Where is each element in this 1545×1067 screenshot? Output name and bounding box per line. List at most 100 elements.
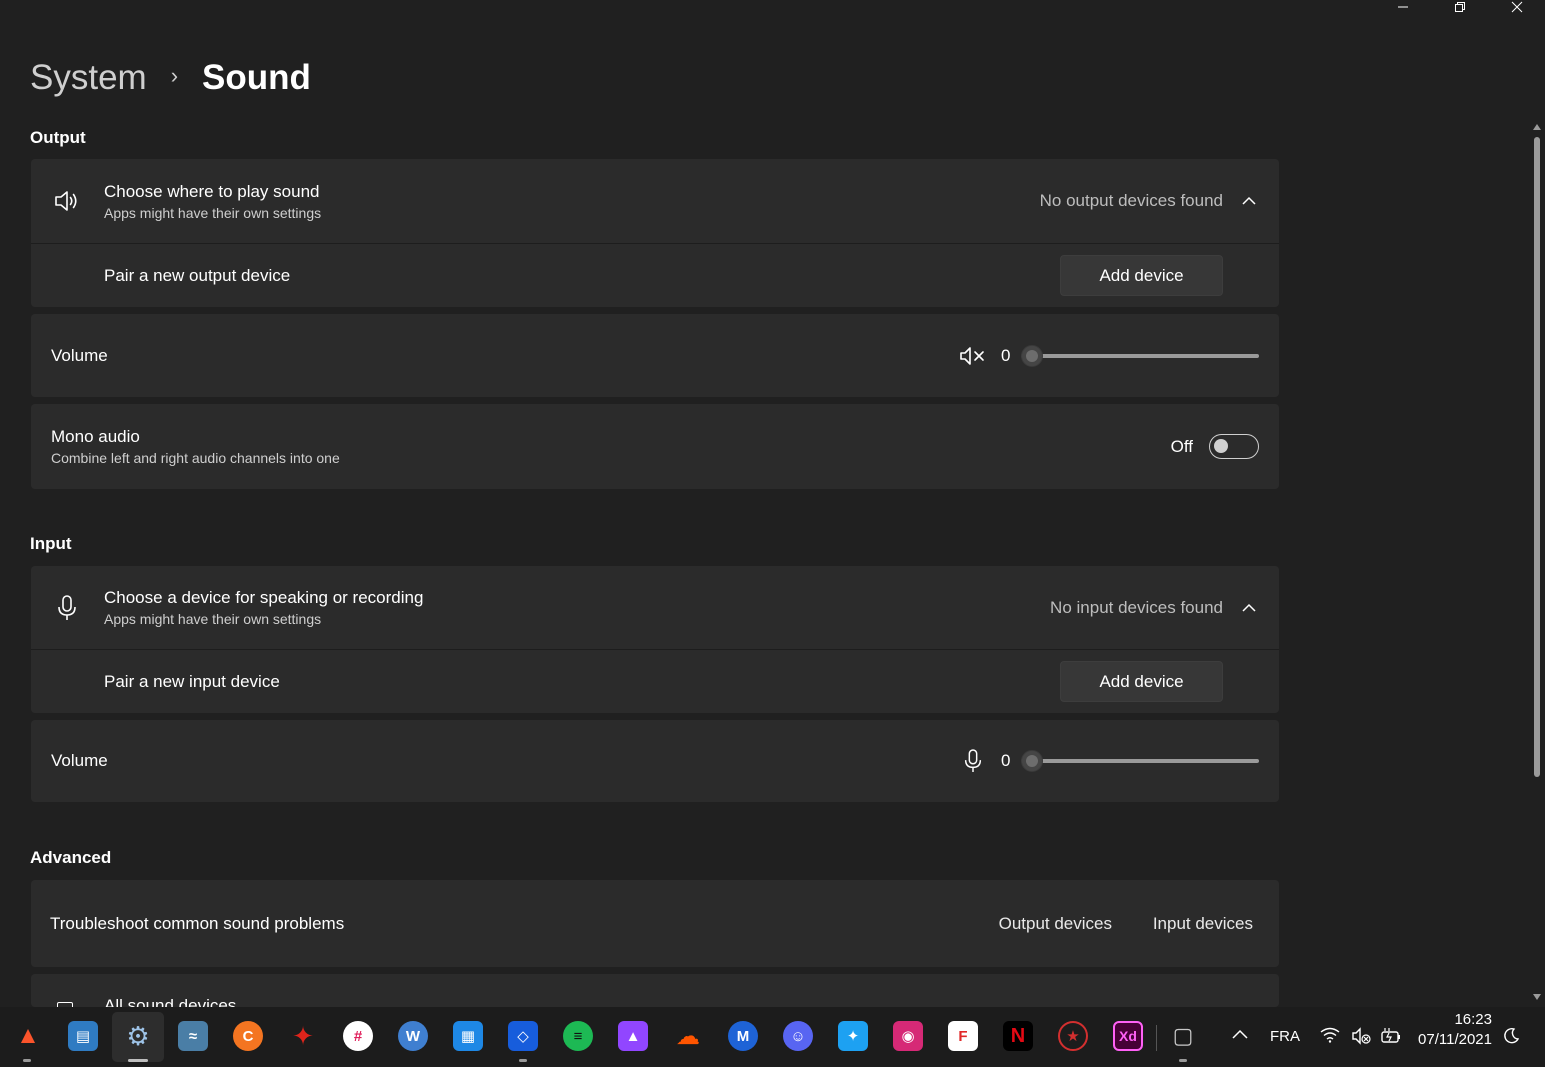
troubleshoot-output-button[interactable]: Output devices	[999, 914, 1112, 934]
running-indicator	[23, 1059, 31, 1062]
output-volume-card: Volume 0	[31, 314, 1279, 397]
spotify-icon[interactable]: ≡	[563, 1021, 593, 1051]
mono-audio-row: Mono audio Combine left and right audio …	[31, 404, 1279, 489]
twitter-icon[interactable]: ✦	[838, 1021, 868, 1051]
pair-output-text: Pair a new output device	[104, 266, 290, 286]
chevron-up-icon[interactable]	[1241, 193, 1257, 209]
device-manager-icon[interactable]: ▢	[1168, 1021, 1198, 1051]
mono-audio-control: Off	[1171, 434, 1259, 459]
output-status: No output devices found	[1039, 191, 1223, 210]
chevron-up-icon[interactable]	[1241, 600, 1257, 616]
language-indicator[interactable]: FRA	[1270, 1028, 1300, 1045]
input-volume-slider[interactable]	[1021, 750, 1259, 772]
output-device-card: Choose where to play sound Apps might ha…	[31, 159, 1279, 307]
clock-time: 16:23	[1454, 1011, 1492, 1028]
pair-input-text: Pair a new input device	[104, 672, 280, 692]
coinmarketcap-icon[interactable]: M	[728, 1021, 758, 1051]
output-volume-control: 0	[959, 344, 1259, 368]
input-volume-text: Volume	[51, 751, 108, 771]
output-volume-text: Volume	[51, 346, 108, 366]
restore-icon	[1454, 2, 1465, 12]
microphone-icon	[53, 594, 81, 622]
mono-audio-card: Mono audio Combine left and right audio …	[31, 404, 1279, 489]
choose-output-title: Choose where to play sound	[104, 181, 320, 201]
minimize-button[interactable]	[1374, 0, 1431, 14]
taskbar-separator	[1156, 1025, 1157, 1051]
control-panel-icon[interactable]: ▤	[68, 1021, 98, 1051]
troubleshoot-text: Troubleshoot common sound problems	[50, 914, 344, 934]
add-input-device-button[interactable]: Add device	[1060, 661, 1223, 702]
pair-output-row: Pair a new output device Add device	[31, 244, 1279, 307]
scroll-up-icon[interactable]	[1532, 122, 1542, 132]
speaker-muted-icon[interactable]	[959, 344, 987, 368]
mono-audio-title: Mono audio	[51, 427, 140, 446]
discord-icon[interactable]: ☺	[783, 1021, 813, 1051]
netflix-icon[interactable]: N	[1003, 1021, 1033, 1051]
settings-icon[interactable]: ⚙	[123, 1021, 153, 1051]
soundcloud-icon[interactable]: ☁	[673, 1021, 703, 1051]
input-volume-label: Volume	[51, 751, 108, 770]
running-indicator	[1179, 1059, 1187, 1062]
output-section-title: Output	[30, 128, 86, 147]
output-volume-slider[interactable]	[1021, 345, 1259, 367]
wifi-icon[interactable]	[1320, 1027, 1340, 1047]
word-app-icon[interactable]: W	[398, 1021, 428, 1051]
scroll-down-icon[interactable]	[1532, 992, 1542, 1002]
advanced-section-title: Advanced	[30, 848, 112, 867]
output-volume-row: Volume 0	[31, 314, 1279, 397]
pair-input-label: Pair a new input device	[104, 671, 280, 691]
choose-input-text: Choose a device for speaking or recordin…	[104, 588, 423, 627]
output-volume-value: 0	[1001, 346, 1011, 365]
brave-icon[interactable]: ▲	[13, 1021, 43, 1051]
resource-monitor-icon[interactable]: ≈	[178, 1021, 208, 1051]
adobe-xd-icon[interactable]: Xd	[1113, 1021, 1143, 1051]
slider-thumb[interactable]	[1021, 750, 1043, 772]
all-sound-devices-label: All sound devices	[104, 996, 237, 1007]
troubleshoot-row: Troubleshoot common sound problems Outpu…	[31, 880, 1279, 967]
output-volume-label: Volume	[51, 345, 108, 365]
input-volume-control: 0	[959, 749, 1259, 773]
input-volume-row: Volume 0	[31, 720, 1279, 802]
choose-output-row[interactable]: Choose where to play sound Apps might ha…	[31, 159, 1279, 243]
microphone-icon[interactable]	[959, 749, 987, 773]
crunchyroll-icon[interactable]: C	[233, 1021, 263, 1051]
taskbar: ▲ ▤ ⚙ ≈ C ✦ # W ▦ ◇ ≡ ▲ ☁ M ☺ ✦ ◉ F N ★ …	[0, 1007, 1545, 1067]
clock[interactable]: 16:23 07/11/2021	[1418, 1010, 1492, 1050]
troubleshoot-card: Troubleshoot common sound problems Outpu…	[31, 880, 1279, 967]
slider-thumb[interactable]	[1021, 345, 1043, 367]
close-icon	[1511, 1, 1522, 13]
close-button[interactable]	[1488, 0, 1545, 14]
scroll-thumb[interactable]	[1534, 137, 1540, 777]
chevron-right-icon: ›	[170, 63, 179, 88]
choose-input-title: Choose a device for speaking or recordin…	[104, 588, 424, 607]
choose-output-subtitle: Apps might have their own settings	[104, 204, 322, 221]
clock-date: 07/11/2021	[1418, 1031, 1492, 1048]
bitwarden-icon[interactable]: ◇	[508, 1021, 538, 1051]
red-app-icon[interactable]: ✦	[288, 1021, 318, 1051]
chevron-up-icon[interactable]	[1231, 1027, 1249, 1044]
breadcrumb-system[interactable]: System	[30, 58, 147, 98]
restore-button[interactable]	[1431, 0, 1488, 14]
twitch-icon[interactable]: ▲	[618, 1021, 648, 1051]
pair-input-row: Pair a new input device Add device	[31, 650, 1279, 713]
red-shield-app-icon[interactable]: ★	[1058, 1021, 1088, 1051]
breadcrumb: System › Sound	[30, 58, 311, 98]
pair-output-label: Pair a new output device	[104, 265, 291, 285]
battery-icon[interactable]	[1380, 1027, 1402, 1049]
flipboard-icon[interactable]: F	[948, 1021, 978, 1051]
mono-audio-state: Off	[1170, 436, 1193, 456]
moon-icon[interactable]	[1502, 1027, 1520, 1049]
instagram-icon[interactable]: ◉	[893, 1021, 923, 1051]
troubleshoot-input-button[interactable]: Input devices	[1153, 914, 1253, 934]
mono-audio-toggle[interactable]	[1209, 434, 1259, 459]
slider-track-line	[1021, 759, 1259, 763]
mono-audio-subtitle: Combine left and right audio channels in…	[51, 450, 340, 466]
slack-icon[interactable]: #	[343, 1021, 373, 1051]
speaker-muted-icon[interactable]	[1351, 1027, 1373, 1049]
scrollbar[interactable]	[1532, 122, 1542, 1002]
choose-input-row[interactable]: Choose a device for speaking or recordin…	[31, 566, 1279, 649]
remote-desktop-icon[interactable]: ▦	[453, 1021, 483, 1051]
add-output-device-button[interactable]: Add device	[1060, 255, 1223, 296]
input-volume-card: Volume 0	[31, 720, 1279, 802]
all-sound-devices-card[interactable]: All sound devices	[31, 974, 1279, 1007]
